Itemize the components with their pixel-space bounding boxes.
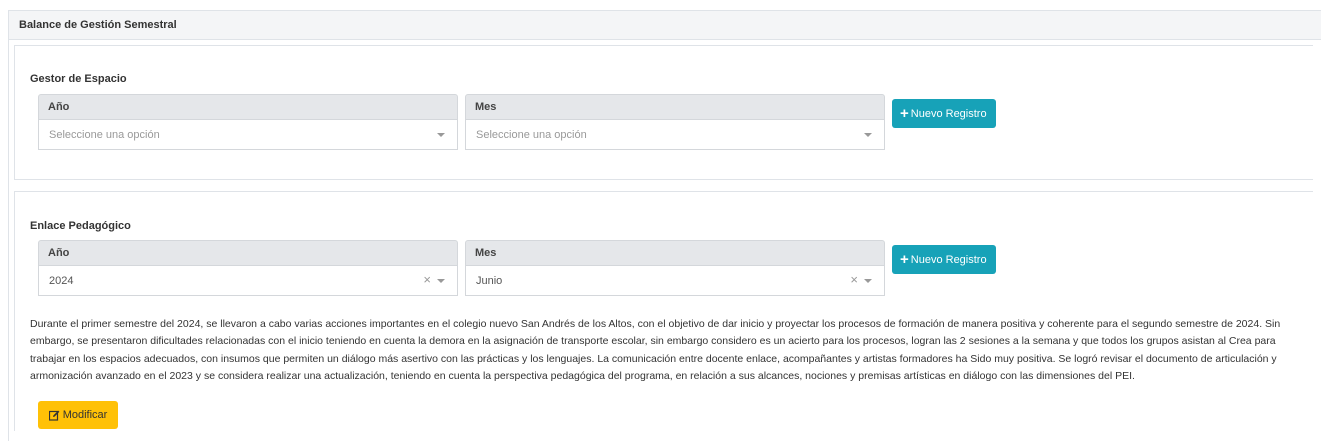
gestor-new-record-button[interactable]: + Nuevo Registro: [892, 99, 996, 128]
modify-button[interactable]: Modificar: [38, 401, 118, 429]
chevron-down-icon: [437, 133, 445, 137]
panel-header: Balance de Gestión Semestral: [9, 11, 1321, 40]
gestor-year-label: Año: [38, 94, 458, 120]
plus-icon: +: [900, 250, 909, 268]
page-title: Balance de Gestión Semestral: [19, 19, 177, 31]
gestor-year-placeholder: Seleccione una opción: [49, 128, 160, 141]
chevron-down-icon: [864, 279, 872, 283]
gestor-month-label: Mes: [465, 94, 885, 120]
enlace-card: Enlace Pedagógico: [14, 191, 1313, 431]
enlace-year-value: 2024: [49, 274, 74, 287]
enlace-year-select[interactable]: 2024 ×: [38, 266, 458, 296]
close-icon[interactable]: ×: [850, 273, 858, 287]
gestor-title: Gestor de Espacio: [30, 73, 127, 85]
enlace-month-label: Mes: [465, 240, 885, 266]
edit-icon: [48, 410, 60, 421]
enlace-new-record-button[interactable]: + Nuevo Registro: [892, 245, 996, 274]
enlace-month-value: Junio: [476, 274, 503, 287]
enlace-description: Durante el primer semestre del 2024, se …: [30, 318, 1281, 383]
gestor-month-placeholder: Seleccione una opción: [476, 128, 587, 141]
gestor-year-select[interactable]: Seleccione una opción: [38, 120, 458, 150]
chevron-down-icon: [864, 133, 872, 137]
plus-icon: +: [900, 104, 909, 122]
close-icon[interactable]: ×: [423, 273, 431, 287]
enlace-year-label: Año: [38, 240, 458, 266]
enlace-month-select[interactable]: Junio ×: [465, 266, 885, 296]
chevron-down-icon: [437, 279, 445, 283]
enlace-title: Enlace Pedagógico: [30, 220, 131, 232]
gestor-month-select[interactable]: Seleccione una opción: [465, 120, 885, 150]
